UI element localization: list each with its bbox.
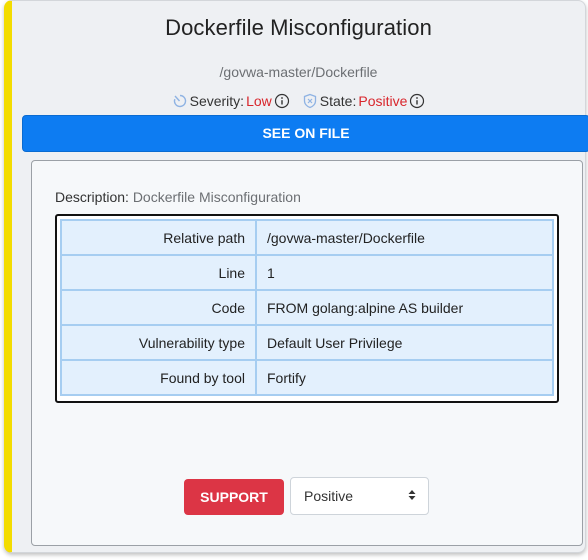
row-value: 1 [255,254,554,291]
meta-row: Severity: Low State: Positive [12,93,585,109]
support-button[interactable]: SUPPORT [184,479,284,515]
severity-group: Severity: Low [172,93,290,109]
file-path: /govwa-master/Dockerfile [219,64,378,80]
severity-info-icon[interactable] [274,93,290,109]
row-key: Code [60,289,257,326]
table-row: Vulnerability type Default User Privileg… [60,324,554,361]
row-key: Relative path [60,219,257,256]
table-row: Code FROM golang:alpine AS builder [60,289,554,326]
row-key: Line [60,254,257,291]
severity-label: Severity: [189,93,245,109]
page-title: Dockerfile Misconfiguration [165,15,432,40]
state-info-icon[interactable] [409,93,425,109]
state-label: State: [319,93,357,109]
description: Description: Dockerfile Misconfiguration [55,189,301,205]
row-value: FROM golang:alpine AS builder [255,289,554,326]
row-value: Default User Privilege [255,324,554,361]
description-label: Description: [55,189,129,205]
state-select-value: Positive [304,488,354,504]
see-on-file-button[interactable]: SEE ON FILE [22,115,588,152]
gauge-icon [172,93,188,109]
details-panel: Description: Dockerfile Misconfiguration… [31,160,583,546]
details-table: Relative path /govwa-master/Dockerfile L… [55,214,559,403]
row-key: Found by tool [60,359,257,396]
row-value: Fortify [255,359,554,396]
state-group: State: Positive [302,93,426,109]
vulnerability-card: Dockerfile Misconfiguration /govwa-maste… [4,0,588,553]
sort-caret-icon [408,489,416,504]
state-select[interactable]: Positive [290,477,429,515]
row-value: /govwa-master/Dockerfile [255,219,554,256]
table-row: Line 1 [60,254,554,291]
table-row: Relative path /govwa-master/Dockerfile [60,219,554,256]
shield-icon [302,93,318,109]
state-value: Positive [358,93,408,109]
description-value: Dockerfile Misconfiguration [132,189,301,205]
table-row: Found by tool Fortify [60,359,554,396]
row-key: Vulnerability type [60,324,257,361]
severity-value: Low [246,93,272,109]
